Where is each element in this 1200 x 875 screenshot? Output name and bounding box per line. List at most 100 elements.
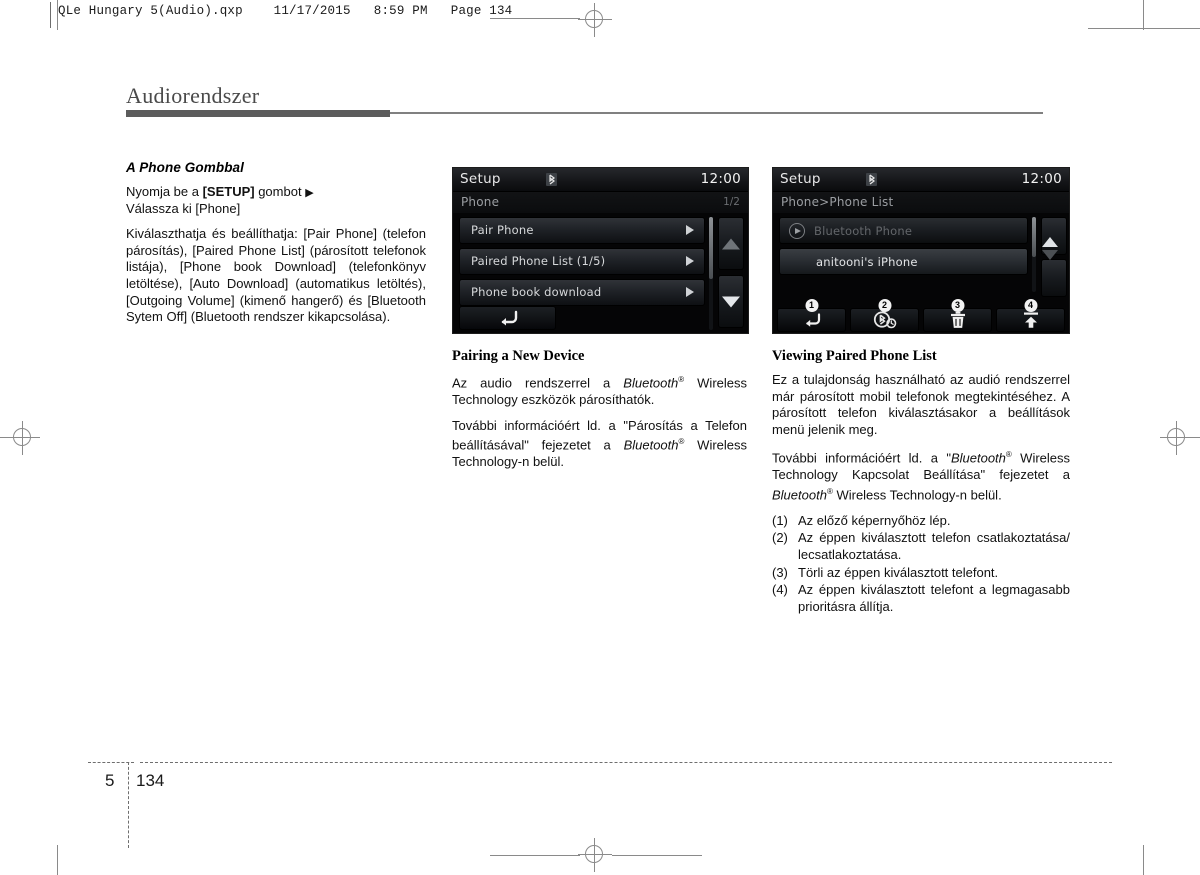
bluetooth-connect-icon [873, 311, 896, 329]
priority-up-icon [1023, 312, 1038, 328]
row-label: Bluetooth Phone [814, 224, 913, 238]
row-label: Paired Phone List (1/5) [471, 254, 606, 268]
breadcrumb-text: Phone>Phone List [781, 195, 894, 209]
right-column: Viewing Paired Phone List Ez a tulajdons… [772, 348, 1070, 616]
footer-rule-right [140, 762, 1112, 763]
device-clock: 12:00 [1021, 171, 1062, 187]
page-title: Audiorendszer [126, 83, 260, 108]
device-title: Setup [780, 171, 821, 187]
registration-mark-left [6, 421, 40, 455]
list-item: (2) Az éppen kiválasztott telefon csatlak… [772, 530, 1070, 563]
list-item-text: Törli az éppen kiválasztott telefont. [798, 564, 999, 580]
trim-line-bottom-mid-h2 [612, 855, 702, 856]
middle-column: Pairing a New Device Az audio rendszerre… [452, 348, 747, 471]
callout-badge-3: 3 [951, 299, 964, 312]
right-triangle-icon: ▶ [305, 187, 314, 199]
viewing-paragraph-1: Ez a tulajdonság használható az audió re… [772, 372, 1070, 437]
trim-line-top-left-v [57, 0, 58, 30]
instruction-mid: gombot [254, 184, 306, 199]
footer-divider [128, 762, 129, 848]
back-arrow-icon [501, 310, 517, 326]
scrollbar-thumb[interactable] [1032, 217, 1036, 257]
title-underline-light [390, 112, 1043, 114]
row-label: Phone book download [471, 285, 602, 299]
device-body: Pair Phone Paired Phone List (1/5) Phone… [453, 213, 748, 333]
print-header: QLe Hungary 5(Audio).qxp 11/17/2015 8:59… [58, 4, 513, 18]
scroll-up-button[interactable] [718, 217, 744, 270]
chevron-right-icon [686, 287, 694, 297]
list-item-selected-phone[interactable]: anitooni's iPhone [779, 248, 1028, 275]
device-breadcrumb: Phone 1/2 [453, 192, 748, 213]
list-item-number: (2) [772, 530, 788, 546]
instruction-line2: Válassza ki [Phone] [126, 200, 241, 216]
right-column-heading: Viewing Paired Phone List [772, 348, 937, 364]
device-titlebar: Setup 12:00 [773, 168, 1069, 192]
trim-line-bottom-left-v [57, 845, 58, 875]
pairing-paragraph-2: További információért ld. a "Párosítás a… [452, 418, 747, 471]
menu-row-phone-book-download[interactable]: Phone book download [459, 279, 705, 306]
list-item-number: (1) [772, 512, 788, 528]
bluetooth-trademark: Bluetooth [772, 487, 827, 503]
list-item-number: (3) [772, 564, 788, 580]
scrollbar[interactable] [709, 217, 713, 330]
scrollbar-thumb[interactable] [709, 217, 713, 279]
device-clock: 12:00 [700, 171, 741, 187]
bluetooth-trademark: Bluetooth [623, 437, 679, 453]
trim-line-left-h [0, 437, 10, 438]
scroll-down-button[interactable] [718, 275, 744, 328]
trim-line-bottom-right-v [1143, 845, 1144, 875]
trim-line-top-mid-h [490, 18, 580, 19]
registration-mark-right [1160, 421, 1194, 455]
connect-disconnect-button[interactable]: 2 [850, 299, 919, 332]
device-titlebar: Setup 12:00 [453, 168, 748, 192]
row-label: Pair Phone [471, 223, 534, 237]
callout-badge-1: 1 [805, 299, 818, 312]
left-column-paragraph: Kiválaszthatja és beállíthatja: [Pair Ph… [126, 226, 426, 325]
device-toolbar: 1 2 3 4 [773, 299, 1069, 333]
list-item-text: Az éppen kiválasztott telefont a legmaga… [798, 582, 1070, 614]
list-item-number: (4) [772, 582, 788, 598]
list-item: (3) Törli az éppen kiválasztott telefont. [772, 565, 1070, 582]
setup-button-label: [SETUP] [202, 184, 255, 199]
scroll-up-icon [722, 238, 740, 249]
menu-row-pair-phone[interactable]: Pair Phone [459, 217, 705, 244]
scroll-down-button[interactable] [1041, 250, 1067, 297]
device-breadcrumb: Phone>Phone List [773, 192, 1069, 213]
footer-chapter-number: 5 [105, 771, 115, 790]
list-item-text: Az előző képernyőhöz lép. [798, 512, 951, 528]
left-column: A Phone Gombbal Nyomja be a [SETUP] gomb… [126, 160, 426, 326]
trim-line-bottom-mid-h [490, 855, 580, 856]
scroll-down-icon [722, 296, 740, 307]
trim-line-top-right-h [1088, 28, 1200, 29]
callout-badge-2: 2 [878, 299, 891, 312]
scroll-down-icon [1042, 250, 1058, 279]
trim-line-top-right-v [1143, 0, 1144, 30]
title-underline-dark [126, 110, 390, 117]
text-fragment: Az audio rendszerrel a [452, 375, 624, 391]
header-rule [50, 2, 51, 28]
list-item-bluetooth-phone[interactable]: Bluetooth Phone [779, 217, 1028, 244]
setup-instruction: Nyomja be a [SETUP] gombot ▶ Válassza ki… [126, 184, 426, 217]
scrollbar[interactable] [1032, 217, 1036, 292]
menu-row-paired-phone-list[interactable]: Paired Phone List (1/5) [459, 248, 705, 275]
row-label: anitooni's iPhone [816, 255, 918, 269]
back-button[interactable] [459, 306, 556, 330]
set-priority-button[interactable]: 4 [996, 299, 1065, 332]
back-arrow-icon [805, 313, 820, 327]
chevron-right-icon [686, 225, 694, 235]
device-title: Setup [460, 171, 501, 187]
text-fragment: További információért ld. a " [772, 450, 951, 466]
device-body: Bluetooth Phone anitooni's iPhone 1 2 3 … [773, 213, 1069, 333]
text-fragment: Wireless Technology-n belül. [832, 487, 1002, 503]
viewing-paragraph-2: További információért ld. a "Bluetooth® … [772, 447, 1070, 503]
back-button[interactable]: 1 [777, 299, 846, 332]
pairing-paragraph-1: Az audio rendszerrel a Bluetooth® Wirele… [452, 372, 747, 409]
chevron-right-icon [686, 256, 694, 266]
delete-button[interactable]: 3 [923, 299, 992, 332]
scroll-up-icon [1042, 218, 1058, 247]
bluetooth-icon [866, 173, 877, 186]
callout-badge-4: 4 [1024, 299, 1037, 312]
play-circle-icon [789, 223, 805, 239]
device-screenshot-phone-list: Setup 12:00 Phone>Phone List Bluetooth P… [772, 167, 1070, 334]
registration-mark-bottom [578, 838, 612, 872]
